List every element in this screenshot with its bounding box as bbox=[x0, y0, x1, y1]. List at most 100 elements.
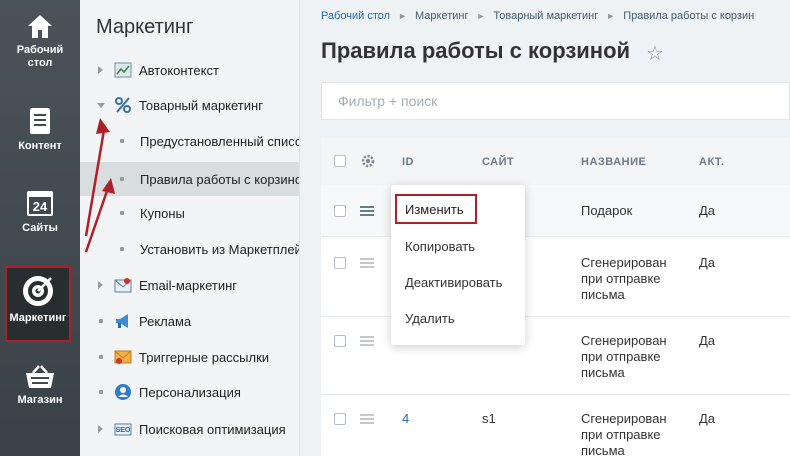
rail-label-sites: Сайты bbox=[22, 222, 58, 234]
breadcrumb-item-product-marketing[interactable]: Товарный маркетинг bbox=[493, 10, 598, 22]
rail-label-desktop-2: стол bbox=[27, 57, 53, 69]
bullet-icon bbox=[99, 355, 103, 359]
seo-icon: SEO bbox=[114, 423, 132, 436]
menu-label: Реклама bbox=[139, 313, 192, 329]
collapse-arrow-icon[interactable] bbox=[97, 102, 105, 108]
target-icon bbox=[23, 276, 53, 306]
cell-active: Да bbox=[699, 203, 716, 218]
chevron-right-icon: ► bbox=[476, 11, 486, 21]
menu-label: Товарный маркетинг bbox=[139, 97, 263, 113]
column-header-active[interactable]: АКТ. bbox=[699, 156, 724, 168]
rail-item-desktop[interactable]: Рабочий стол bbox=[0, 12, 80, 70]
cell-id[interactable]: 4 bbox=[402, 411, 409, 427]
column-header-name[interactable]: НАЗВАНИЕ bbox=[581, 156, 646, 168]
menu-label: Автоконтекст bbox=[139, 62, 219, 78]
menu-item-product-marketing[interactable]: Товарный маркетинг bbox=[80, 88, 299, 122]
row-menu-icon[interactable] bbox=[360, 414, 374, 424]
svg-text:SEO: SEO bbox=[116, 427, 131, 434]
document-icon bbox=[30, 108, 50, 134]
chart-icon bbox=[114, 62, 132, 78]
breadcrumb: Рабочий стол ► Маркетинг ► Товарный маркетин… bbox=[321, 10, 754, 22]
calendar-icon: 24 bbox=[27, 191, 53, 216]
menu-title: Маркетинг bbox=[96, 16, 194, 38]
row-checkbox[interactable] bbox=[334, 257, 346, 269]
cell-active: Да bbox=[699, 255, 716, 270]
envelope-icon bbox=[114, 278, 132, 293]
chevron-right-icon: ► bbox=[606, 11, 616, 21]
menu-label: Персонализация bbox=[139, 384, 241, 400]
menu-label: Email-маркетинг bbox=[139, 277, 238, 293]
percent-icon bbox=[115, 97, 131, 113]
page-title: Правила работы с корзиной bbox=[321, 38, 631, 63]
rail-label-content: Контент bbox=[18, 140, 62, 152]
row-checkbox[interactable] bbox=[334, 335, 346, 347]
menu-label: Купоны bbox=[140, 205, 185, 221]
mail-trigger-icon bbox=[114, 350, 132, 364]
context-menu-edit[interactable]: Изменить bbox=[395, 194, 477, 224]
user-circle-icon bbox=[115, 384, 131, 400]
row-checkbox[interactable] bbox=[334, 205, 346, 217]
rail-label-shop: Магазин bbox=[17, 394, 63, 406]
menu-item-personalization[interactable]: Персонализация bbox=[80, 375, 299, 409]
breadcrumb-item-desktop[interactable]: Рабочий стол bbox=[321, 10, 390, 22]
cell-active: Да bbox=[699, 333, 716, 348]
bullet-icon bbox=[120, 177, 124, 181]
menu-subitem-coupons[interactable]: Купоны bbox=[80, 196, 299, 230]
rail-item-content[interactable]: Контент bbox=[0, 106, 80, 153]
menu-label: Поисковая оптимизация bbox=[139, 421, 286, 437]
grid-header: ID САЙТ НАЗВАНИЕ АКТ. bbox=[321, 138, 790, 185]
menu-subitem-install-marketplace[interactable]: Установить из Маркетплей bbox=[80, 232, 300, 266]
bullet-icon bbox=[120, 211, 124, 215]
rail-item-sites[interactable]: 24 Сайты bbox=[0, 188, 80, 235]
cell-name: Сгенерирован при отправке письма bbox=[581, 411, 667, 456]
breadcrumb-item-cart-rules[interactable]: Правила работы с корзин bbox=[623, 10, 754, 22]
context-menu-delete[interactable]: Удалить bbox=[405, 311, 455, 326]
menu-label: Предустановленный списо bbox=[140, 133, 300, 149]
bullet-icon bbox=[120, 247, 124, 251]
row-menu-icon[interactable] bbox=[360, 336, 374, 346]
context-menu-copy[interactable]: Копировать bbox=[405, 239, 475, 254]
expand-arrow-icon[interactable] bbox=[98, 425, 103, 433]
expand-arrow-icon[interactable] bbox=[98, 66, 103, 74]
menu-item-seo[interactable]: SEO Поисковая оптимизация bbox=[80, 412, 299, 446]
menu-item-ads[interactable]: Реклама bbox=[80, 304, 299, 338]
breadcrumb-item-marketing[interactable]: Маркетинг bbox=[415, 10, 468, 22]
menu-item-trigger-mailings[interactable]: Триггерные рассылки bbox=[80, 340, 299, 374]
row-menu-icon[interactable] bbox=[360, 258, 374, 268]
rail-label-marketing: Маркетинг bbox=[9, 312, 67, 324]
star-icon[interactable]: ☆ bbox=[646, 41, 664, 66]
calendar-number: 24 bbox=[33, 199, 48, 214]
menu-item-email-marketing[interactable]: Email-маркетинг bbox=[80, 268, 299, 302]
filter-search-input[interactable]: Фильтр + поиск bbox=[321, 82, 790, 120]
left-rail: Рабочий стол Контент 24 Сайты Маркетинг bbox=[0, 0, 80, 456]
row-checkbox[interactable] bbox=[334, 413, 346, 425]
rail-item-shop[interactable]: Магазин bbox=[0, 364, 80, 407]
rail-label-desktop-1: Рабочий bbox=[16, 44, 64, 56]
context-menu-deactivate[interactable]: Деактивировать bbox=[405, 275, 502, 290]
column-header-id[interactable]: ID bbox=[402, 156, 414, 168]
cell-name: Подарок bbox=[581, 203, 633, 218]
cell-active: Да bbox=[699, 411, 716, 426]
gear-icon[interactable] bbox=[361, 154, 375, 168]
menu-label: Правила работы с корзино bbox=[140, 171, 300, 187]
cell-name: Сгенерирован при отправке письма bbox=[581, 333, 667, 380]
column-header-site[interactable]: САЙТ bbox=[482, 156, 514, 168]
cell-name: Сгенерирован при отправке письма bbox=[581, 255, 667, 302]
menu-subitem-cart-rules[interactable]: Правила работы с корзино bbox=[80, 162, 300, 196]
table-row[interactable]: 4 s1 Сгенерирован при отправке письма Да bbox=[321, 395, 790, 456]
menu-label: Триггерные рассылки bbox=[139, 349, 270, 365]
cell-site: s1 bbox=[482, 411, 496, 426]
home-icon bbox=[28, 15, 52, 38]
row-context-menu: Изменить Копировать Деактивировать Удали… bbox=[391, 185, 525, 345]
row-menu-icon[interactable] bbox=[360, 206, 374, 216]
menu-item-autocontext[interactable]: Автоконтекст bbox=[80, 53, 299, 87]
menu-subitem-predefined[interactable]: Предустановленный списо bbox=[80, 124, 300, 158]
bullet-icon bbox=[99, 390, 103, 394]
bullet-icon bbox=[120, 139, 124, 143]
bullet-icon bbox=[99, 319, 103, 323]
menu-label: Установить из Маркетплей bbox=[140, 241, 300, 257]
rail-item-marketing[interactable]: Маркетинг bbox=[5, 266, 71, 342]
select-all-checkbox[interactable] bbox=[334, 155, 346, 167]
chevron-right-icon: ► bbox=[398, 11, 407, 21]
expand-arrow-icon[interactable] bbox=[98, 281, 103, 289]
